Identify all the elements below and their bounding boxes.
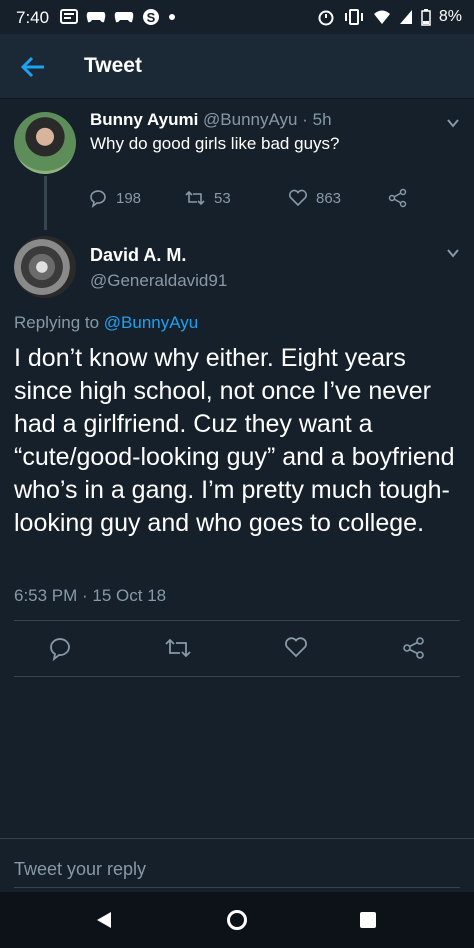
reply-composer[interactable]: Tweet your reply: [0, 838, 474, 891]
notification-icons: S: [60, 8, 176, 26]
wifi-icon: [373, 10, 390, 24]
tweet1-reply-button[interactable]: 198: [88, 188, 184, 208]
tweet2-author-name[interactable]: David A. M.: [90, 245, 186, 266]
tweet1-like-button[interactable]: 863: [288, 189, 388, 207]
tweet1-text: Why do good girls like bad guys?: [90, 134, 340, 153]
back-arrow-icon[interactable]: [18, 52, 48, 82]
nav-home-icon[interactable]: [226, 909, 248, 931]
status-bar: 7:40 S 8%: [0, 0, 474, 34]
tweet1-retweet-count: 53: [214, 189, 231, 207]
skype-icon: S: [143, 9, 159, 25]
vibrate-icon: [344, 9, 363, 25]
tweet2-timestamp: 6:53 PM · 15 Oct 18: [14, 586, 167, 605]
heart-icon: [288, 189, 308, 207]
alarm-icon: [318, 10, 334, 26]
thread-connector: [44, 176, 47, 230]
game-controller-icon: [114, 12, 134, 23]
svg-text:S: S: [147, 10, 156, 25]
nav-back-icon[interactable]: [94, 910, 114, 930]
tweet1-reply-count: 198: [116, 189, 142, 207]
tweet1-retweet-button[interactable]: 53: [184, 189, 288, 207]
reply-icon: [90, 190, 106, 208]
replying-handle-link[interactable]: @BunnyAyu: [104, 313, 198, 332]
page-title: Tweet: [84, 54, 142, 77]
retweet-icon[interactable]: [164, 636, 192, 660]
signal-icon: [399, 10, 412, 24]
share-icon[interactable]: [402, 636, 426, 660]
share-icon: [388, 188, 407, 208]
tweet1-handle[interactable]: @BunnyAyu: [203, 110, 297, 129]
nav-recents-icon[interactable]: [359, 911, 377, 929]
reply-input[interactable]: Tweet your reply: [14, 859, 146, 880]
battery-icon: [421, 9, 431, 26]
game-controller-icon: [86, 12, 106, 23]
system-nav-bar: [0, 892, 474, 948]
tweet1-separator: ·: [302, 110, 308, 129]
message-icon: [60, 9, 78, 24]
avatar-bunny-ayumi[interactable]: [14, 112, 76, 174]
divider: [14, 620, 460, 621]
tweet1-like-count: 863: [316, 189, 342, 207]
tweet2-text: I don’t know why either. Eight years sin…: [14, 344, 455, 537]
avatar-david[interactable]: [14, 236, 76, 298]
app-header: Tweet: [0, 34, 474, 99]
tweet1-header: Bunny Ayumi @BunnyAyu · 5h: [90, 110, 332, 130]
system-icons: 8%: [317, 8, 462, 26]
divider: [14, 676, 460, 677]
battery-percent: 8%: [438, 8, 462, 25]
tweet2-actions: [0, 628, 474, 674]
tweet1-author-name[interactable]: Bunny Ayumi: [90, 110, 198, 129]
tweet1-share-button[interactable]: [388, 188, 416, 208]
dot-icon: [169, 14, 175, 20]
status-time: 7:40: [16, 8, 50, 27]
replying-prefix: Replying to: [14, 313, 100, 332]
reply-icon[interactable]: [48, 636, 72, 662]
reply-input-underline: [14, 887, 460, 888]
tweet2-handle[interactable]: @Generaldavid91: [90, 271, 227, 291]
retweet-icon: [185, 190, 205, 206]
chevron-down-icon[interactable]: [446, 116, 460, 130]
tweet1-time: 5h: [312, 110, 332, 129]
tweet1-actions: 198 53 863: [88, 188, 416, 208]
chevron-down-icon[interactable]: [446, 246, 460, 260]
heart-icon[interactable]: [284, 636, 308, 658]
replying-to: Replying to @BunnyAyu: [14, 313, 198, 333]
